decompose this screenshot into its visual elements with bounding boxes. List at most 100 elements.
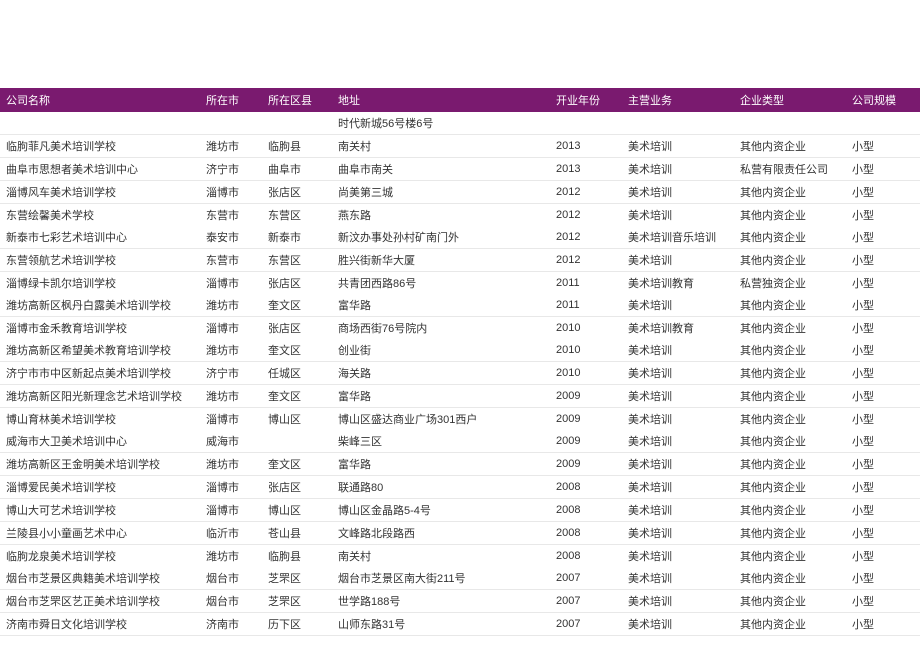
cell-type: 其他内资企业 [734,613,846,636]
cell-type: 其他内资企业 [734,408,846,431]
cell-scale: 小型 [846,294,920,317]
cell-county: 博山区 [262,408,332,431]
cell-year: 2009 [550,385,622,408]
cell-biz: 美术培训 [622,181,734,204]
table-row: 临朐龙泉美术培训学校潍坊市临朐县南关村2008美术培训其他内资企业小型 [0,545,920,568]
cell-scale: 小型 [846,226,920,249]
cell-year: 2013 [550,135,622,158]
cell-year: 2008 [550,476,622,499]
cell-year: 2007 [550,613,622,636]
cell-name [0,112,200,135]
cell-name: 淄博市金禾教育培训学校 [0,317,200,340]
cell-type: 其他内资企业 [734,362,846,385]
cell-year: 2009 [550,430,622,453]
cell-scale: 小型 [846,317,920,340]
cell-biz: 美术培训教育 [622,272,734,295]
cell-name: 博山大可艺术培训学校 [0,499,200,522]
cell-year: 2010 [550,317,622,340]
cell-addr: 柴峰三区 [332,430,550,453]
cell-year: 2010 [550,339,622,362]
cell-city: 潍坊市 [200,135,262,158]
cell-city: 烟台市 [200,590,262,613]
table-row: 曲阜市思想者美术培训中心济宁市曲阜市曲阜市南关2013美术培训私营有限责任公司小… [0,158,920,181]
cell-county: 奎文区 [262,294,332,317]
cell-county: 临朐县 [262,135,332,158]
cell-biz: 美术培训 [622,476,734,499]
cell-year: 2009 [550,453,622,476]
cell-type: 其他内资企业 [734,181,846,204]
col-addr: 地址 [332,88,550,112]
cell-name: 博山育林美术培训学校 [0,408,200,431]
cell-addr: 时代新城56号楼6号 [332,112,550,135]
table-row: 博山大可艺术培训学校淄博市博山区博山区金晶路5-4号2008美术培训其他内资企业… [0,499,920,522]
table-row: 时代新城56号楼6号 [0,112,920,135]
cell-addr: 富华路 [332,294,550,317]
cell-city: 潍坊市 [200,385,262,408]
cell-biz: 美术培训 [622,545,734,568]
cell-biz: 美术培训 [622,339,734,362]
cell-name: 潍坊高新区希望美术教育培训学校 [0,339,200,362]
cell-county: 张店区 [262,317,332,340]
cell-name: 临朐龙泉美术培训学校 [0,545,200,568]
cell-addr: 富华路 [332,385,550,408]
cell-addr: 共青团西路86号 [332,272,550,295]
table-row: 烟台市芝罘区艺正美术培训学校烟台市芝罘区世学路188号2007美术培训其他内资企… [0,590,920,613]
cell-year: 2007 [550,590,622,613]
cell-name: 潍坊高新区枫丹白露美术培训学校 [0,294,200,317]
cell-biz: 美术培训 [622,249,734,272]
cell-addr: 文峰路北段路西 [332,522,550,545]
cell-biz [622,112,734,135]
cell-scale [846,112,920,135]
cell-addr: 南关村 [332,545,550,568]
table-row: 威海市大卫美术培训中心威海市柴峰三区2009美术培训其他内资企业小型 [0,430,920,453]
cell-type: 其他内资企业 [734,522,846,545]
table-row: 潍坊高新区阳光新理念艺术培训学校潍坊市奎文区富华路2009美术培训其他内资企业小… [0,385,920,408]
cell-name: 济南市舜日文化培训学校 [0,613,200,636]
cell-name: 潍坊高新区王金明美术培训学校 [0,453,200,476]
cell-year: 2011 [550,272,622,295]
cell-type: 其他内资企业 [734,567,846,590]
cell-city: 潍坊市 [200,294,262,317]
cell-city: 济南市 [200,613,262,636]
cell-year: 2012 [550,204,622,227]
cell-type: 其他内资企业 [734,430,846,453]
cell-year: 2011 [550,294,622,317]
col-name: 公司名称 [0,88,200,112]
cell-scale: 小型 [846,158,920,181]
cell-scale: 小型 [846,408,920,431]
cell-scale: 小型 [846,453,920,476]
col-year: 开业年份 [550,88,622,112]
cell-type: 其他内资企业 [734,317,846,340]
cell-biz: 美术培训 [622,522,734,545]
data-table-wrap: 公司名称 所在市 所在区县 地址 开业年份 主营业务 企业类型 公司规模 时代新… [0,88,920,636]
cell-scale: 小型 [846,204,920,227]
cell-name: 东营领航艺术培训学校 [0,249,200,272]
table-row: 潍坊高新区王金明美术培训学校潍坊市奎文区富华路2009美术培训其他内资企业小型 [0,453,920,476]
cell-addr: 海关路 [332,362,550,385]
cell-type: 其他内资企业 [734,499,846,522]
cell-biz: 美术培训 [622,135,734,158]
cell-county: 张店区 [262,181,332,204]
cell-year: 2012 [550,181,622,204]
cell-year: 2013 [550,158,622,181]
cell-county [262,112,332,135]
cell-name: 新泰市七彩艺术培训中心 [0,226,200,249]
cell-year: 2008 [550,545,622,568]
cell-year: 2010 [550,362,622,385]
cell-scale: 小型 [846,339,920,362]
cell-scale: 小型 [846,249,920,272]
cell-scale: 小型 [846,545,920,568]
cell-county: 奎文区 [262,385,332,408]
cell-year [550,112,622,135]
cell-biz: 美术培训 [622,385,734,408]
cell-name: 临朐菲凡美术培训学校 [0,135,200,158]
cell-year: 2008 [550,499,622,522]
cell-city: 潍坊市 [200,453,262,476]
cell-scale: 小型 [846,590,920,613]
col-city: 所在市 [200,88,262,112]
col-county: 所在区县 [262,88,332,112]
cell-biz: 美术培训 [622,158,734,181]
cell-type: 其他内资企业 [734,545,846,568]
cell-name: 曲阜市思想者美术培训中心 [0,158,200,181]
col-type: 企业类型 [734,88,846,112]
